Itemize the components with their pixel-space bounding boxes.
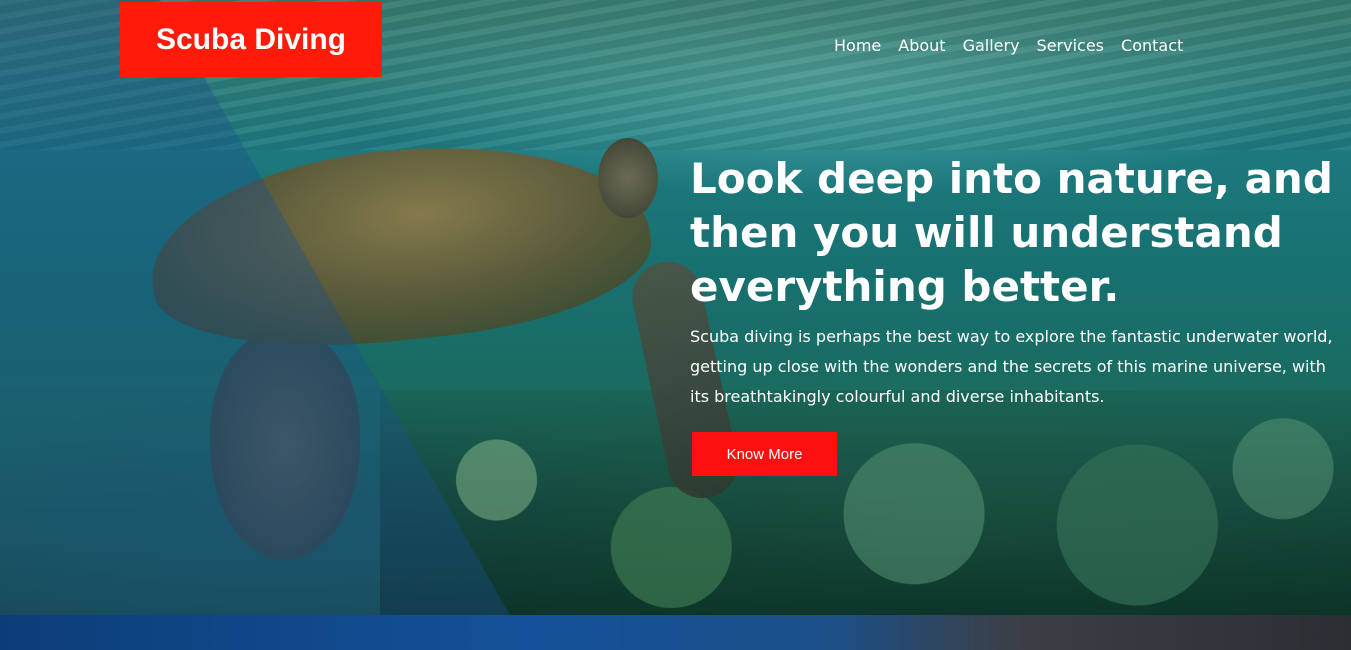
nav-services-link[interactable]: Services bbox=[1037, 36, 1104, 55]
hero-description: Scuba diving is perhaps the best way to … bbox=[690, 327, 1333, 406]
coral-reef-image bbox=[380, 390, 1351, 615]
turtle-head-image bbox=[598, 138, 658, 218]
hero-section: Scuba Diving Home About Gallery Services… bbox=[0, 0, 1351, 615]
logo[interactable]: Scuba Diving bbox=[120, 2, 382, 77]
know-more-button[interactable]: Know More bbox=[692, 432, 837, 476]
nav-gallery-link[interactable]: Gallery bbox=[963, 36, 1020, 55]
logo-text: Scuba Diving bbox=[155, 22, 347, 56]
nav-about-link[interactable]: About bbox=[898, 36, 945, 55]
next-section-preview bbox=[0, 615, 1351, 650]
nav-contact-link[interactable]: Contact bbox=[1121, 36, 1183, 55]
main-nav: Home About Gallery Services Contact bbox=[834, 36, 1183, 55]
hero-headline: Look deep into nature, and then you will… bbox=[690, 154, 1333, 311]
nav-home-link[interactable]: Home bbox=[834, 36, 881, 55]
